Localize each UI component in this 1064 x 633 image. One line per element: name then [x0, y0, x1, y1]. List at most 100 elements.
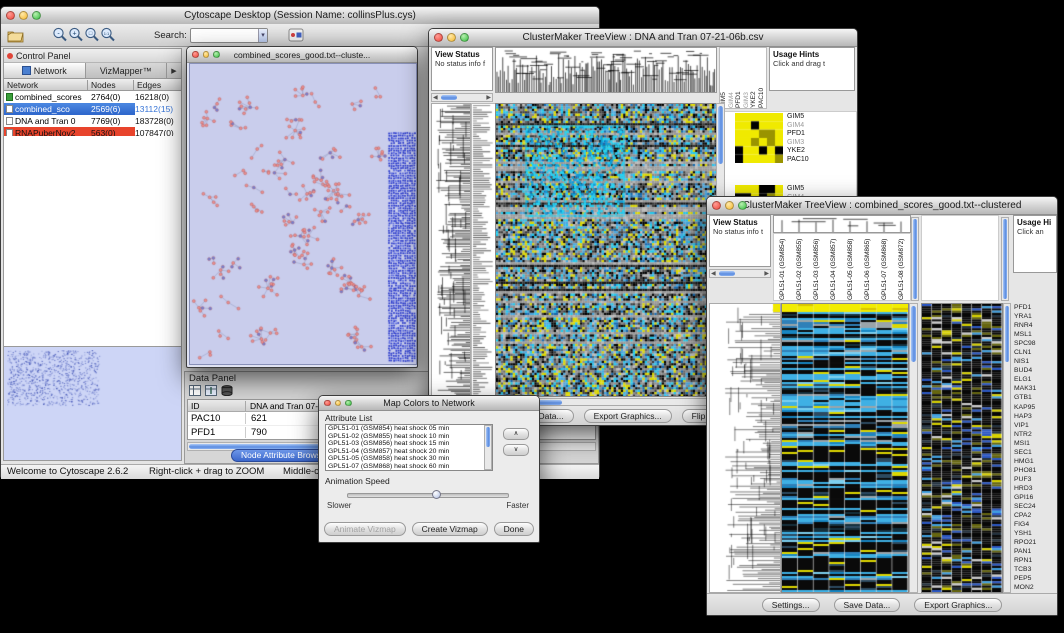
tv2-row-dendrogram-canvas[interactable]	[709, 303, 781, 593]
treeview-button[interactable]: Save Data...	[834, 598, 901, 612]
gene-label[interactable]: HRD3	[1014, 484, 1058, 493]
network-canvas[interactable]	[189, 63, 417, 365]
zoom-button[interactable]	[460, 33, 469, 42]
close-button[interactable]	[324, 400, 331, 407]
close-button[interactable]	[6, 11, 15, 20]
attribute-list-vscrollbar[interactable]	[484, 425, 492, 470]
tv1-col-dendrogram-canvas[interactable]	[495, 47, 717, 93]
minimize-button[interactable]	[19, 11, 28, 20]
minimize-button[interactable]	[203, 51, 210, 58]
tv2-col-dendrogram-canvas[interactable]	[773, 215, 911, 233]
gene-label[interactable]: SEC24	[1014, 502, 1058, 511]
treeview-button[interactable]: Settings...	[762, 598, 820, 612]
gene-label[interactable]: GTB1	[1014, 393, 1058, 402]
table-icon[interactable]	[189, 385, 201, 396]
network-window-titlebar[interactable]: combined_scores_good.txt--cluste...	[187, 47, 417, 63]
network-row[interactable]: DNA and Tran 07769(0)183728(0)	[4, 115, 181, 127]
gene-label[interactable]: SPC98	[1014, 339, 1058, 348]
gene-label[interactable]: SEC1	[1014, 448, 1058, 457]
matrix-row-label[interactable]: GIM5	[787, 185, 835, 194]
tv2-status-hscrollbar[interactable]: ◀ ▶	[709, 269, 771, 278]
minimize-button[interactable]	[447, 33, 456, 42]
treeview2-window[interactable]: ClusterMaker TreeView : combined_scores_…	[706, 196, 1058, 616]
attribute-item[interactable]: GPL51-04 (GSM857) heat shock 20 min	[326, 448, 484, 456]
zoom-actual-icon[interactable]: 1:1	[100, 27, 116, 43]
tv2-heatmap-main-canvas[interactable]	[781, 303, 909, 593]
matrix-row-label[interactable]: YKE2	[787, 147, 835, 156]
slider-thumb[interactable]	[432, 490, 441, 499]
gene-label[interactable]: PEP5	[1014, 574, 1058, 583]
matrix-row-label[interactable]: GIM3	[787, 139, 835, 148]
column-header-nodes[interactable]: Nodes	[88, 80, 134, 90]
tv2-label-vscrollbar2[interactable]	[1001, 217, 1009, 301]
network-view-window[interactable]: combined_scores_good.txt--cluste...	[186, 46, 418, 368]
open-session-icon[interactable]	[7, 28, 24, 43]
database-icon[interactable]	[221, 385, 233, 396]
attribute-listbox[interactable]: GPL51-01 (GSM854) heat shock 05 minGPL51…	[325, 424, 493, 471]
scroll-right-icon[interactable]: ▶	[763, 270, 770, 278]
tv2-vscrollbar-secondary[interactable]	[1003, 303, 1011, 593]
tv1-heatmap-canvas[interactable]	[495, 103, 717, 397]
attribute-item[interactable]: GPL51-03 (GSM856) heat shock 15 min	[326, 440, 484, 448]
panel-close-icon[interactable]	[7, 53, 13, 59]
gene-label[interactable]: NTR2	[1014, 430, 1058, 439]
gene-label[interactable]: BUD4	[1014, 366, 1058, 375]
zoom-button[interactable]	[738, 201, 747, 210]
gene-label[interactable]: TCB3	[1014, 565, 1058, 574]
tv1-row-dendrogram-canvas[interactable]	[431, 103, 471, 397]
zoom-in-icon[interactable]: +	[68, 27, 84, 43]
tab-network[interactable]: Network	[4, 63, 86, 78]
matrix-row-label[interactable]: PFD1	[787, 130, 835, 139]
zoom-out-icon[interactable]: -	[52, 27, 68, 43]
zoom-button[interactable]	[32, 11, 41, 20]
tv1-matrix1-canvas[interactable]	[735, 113, 783, 163]
minimize-button[interactable]	[335, 400, 342, 407]
id-column-header[interactable]: ID	[188, 401, 246, 411]
treeview-button[interactable]: Export Graphics...	[914, 598, 1002, 612]
scroll-right-icon[interactable]: ▶	[485, 94, 492, 102]
dialog-button[interactable]: Done	[494, 522, 534, 536]
tv2-label-vscrollbar[interactable]	[911, 217, 919, 301]
minimize-button[interactable]	[725, 201, 734, 210]
gene-label[interactable]: PHO81	[1014, 466, 1058, 475]
gene-label[interactable]: GPI16	[1014, 493, 1058, 502]
attribute-item[interactable]: GPL51-02 (GSM855) heat shock 10 min	[326, 433, 484, 441]
gene-label[interactable]: NIS1	[1014, 357, 1058, 366]
dialog-button[interactable]: Animate Vizmap	[324, 522, 406, 536]
gene-label[interactable]: PFD1	[1014, 303, 1058, 312]
zoom-button[interactable]	[213, 51, 220, 58]
network-row[interactable]: combined_sco2569(6)13112(15)	[4, 103, 181, 115]
gene-label[interactable]: HAP3	[1014, 412, 1058, 421]
main-titlebar[interactable]: Cytoscape Desktop (Session Name: collins…	[1, 7, 599, 25]
attribute-item[interactable]: GPL51-05 (GSM858) heat shock 30 min	[326, 455, 484, 463]
gene-label[interactable]: VIP1	[1014, 421, 1058, 430]
zoom-fit-icon[interactable]: □	[84, 27, 100, 43]
tv1-rowlabels-strip-canvas[interactable]	[471, 103, 496, 397]
gene-label[interactable]: PAN1	[1014, 547, 1058, 556]
gene-label[interactable]: MSI1	[1014, 439, 1058, 448]
gene-label[interactable]: ELG1	[1014, 375, 1058, 384]
gene-label[interactable]: MSL1	[1014, 330, 1058, 339]
tab-vizmapper[interactable]: VizMapper™	[86, 63, 168, 78]
gene-label[interactable]: YRA1	[1014, 312, 1058, 321]
gene-label[interactable]: MON2	[1014, 583, 1058, 592]
network-overview[interactable]	[4, 346, 181, 460]
table-add-icon[interactable]	[205, 385, 217, 396]
gene-label[interactable]: MAK31	[1014, 384, 1058, 393]
gene-label[interactable]: RNR4	[1014, 321, 1058, 330]
close-button[interactable]	[712, 201, 721, 210]
dialog-titlebar[interactable]: Map Colors to Network	[319, 396, 539, 411]
tv2-vscrollbar-main[interactable]	[909, 303, 918, 593]
treeview1-titlebar[interactable]: ClusterMaker TreeView : DNA and Tran 07-…	[429, 29, 857, 47]
dialog-button[interactable]: Create Vizmap	[412, 522, 488, 536]
gene-label[interactable]: KAP95	[1014, 403, 1058, 412]
column-header-edges[interactable]: Edges	[134, 80, 181, 90]
matrix-row-label[interactable]: GIM5	[787, 113, 835, 122]
matrix-row-label[interactable]: PAC10	[787, 156, 835, 165]
annotation-icon[interactable]	[288, 28, 304, 42]
scroll-left-icon[interactable]: ◀	[710, 270, 717, 278]
animation-speed-slider[interactable]	[347, 493, 509, 498]
attribute-item[interactable]: GPL51-01 (GSM854) heat shock 05 min	[326, 425, 484, 433]
treeview2-titlebar[interactable]: ClusterMaker TreeView : combined_scores_…	[707, 197, 1057, 215]
network-row[interactable]: combined_scores2764(0)16218(0)	[4, 91, 181, 103]
